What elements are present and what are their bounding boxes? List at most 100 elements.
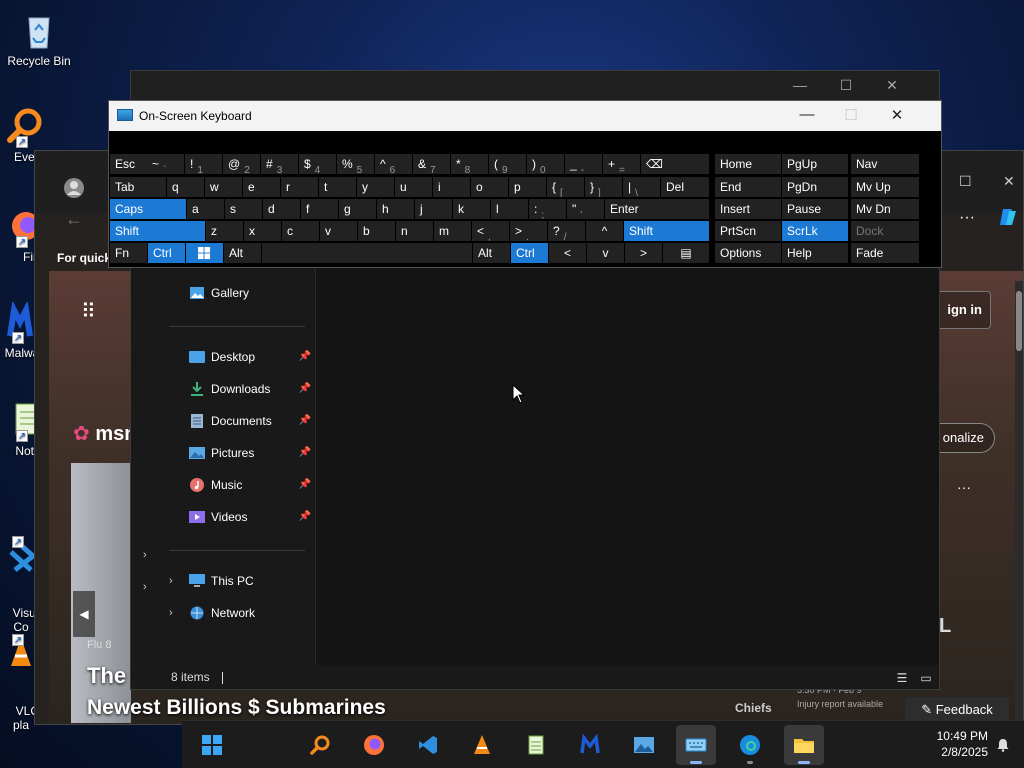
copilot-icon[interactable]	[997, 205, 1021, 229]
key-g[interactable]: g	[339, 199, 376, 219]
key-move-up[interactable]: Mv Up	[851, 177, 919, 197]
taskbar-photos[interactable]	[624, 725, 664, 765]
key-left-shift[interactable]: Shift	[110, 221, 205, 241]
key-pause[interactable]: Pause	[782, 199, 848, 219]
edge-back-icon[interactable]: ←	[65, 209, 83, 230]
key-left-alt[interactable]: Alt	[224, 243, 261, 263]
key-d[interactable]: d	[263, 199, 300, 219]
edge-scrollbar-thumb[interactable]	[1016, 291, 1022, 351]
key-j[interactable]: j	[415, 199, 452, 219]
key-left-ctrl[interactable]: Ctrl	[148, 243, 185, 263]
key-o[interactable]: o	[471, 177, 508, 197]
key-left-brace[interactable]: {[	[547, 177, 584, 197]
nav-item-gallery[interactable]: Gallery	[189, 281, 329, 305]
key-help[interactable]: Help	[782, 243, 848, 263]
key-home[interactable]: Home	[715, 154, 781, 174]
key-space[interactable]	[262, 243, 472, 263]
key-delete[interactable]: Del	[661, 177, 709, 197]
key-comma[interactable]: <,	[472, 221, 509, 241]
pin-icon[interactable]: 📌	[299, 473, 311, 497]
key-c[interactable]: c	[282, 221, 319, 241]
nav-item-videos[interactable]: Videos 📌	[189, 505, 311, 529]
news-subheadline[interactable]: Newest Billions $ Submarines	[87, 696, 386, 720]
key-9[interactable]: (9	[489, 154, 526, 174]
key-7[interactable]: & 7	[413, 154, 450, 174]
carousel-prev-button[interactable]: ◀	[73, 591, 95, 637]
key-i[interactable]: i	[433, 177, 470, 197]
key-nav[interactable]: Nav	[851, 154, 919, 174]
key-q[interactable]: q	[167, 177, 204, 197]
pin-icon[interactable]: 📌	[299, 441, 311, 465]
key-windows[interactable]	[186, 243, 223, 263]
taskbar-file-explorer[interactable]	[784, 725, 824, 765]
nav-item-pictures[interactable]: Pictures 📌	[189, 441, 311, 465]
key-r[interactable]: r	[281, 177, 318, 197]
key-move-down[interactable]: Mv Dn	[851, 199, 919, 219]
nav-item-desktop[interactable]: Desktop 📌	[189, 345, 311, 369]
osk-close-button[interactable]: ✕	[879, 106, 915, 124]
key-a[interactable]: a	[187, 199, 224, 219]
edge-scrollbar[interactable]	[1015, 281, 1023, 721]
key-k[interactable]: k	[453, 199, 490, 219]
key-5[interactable]: % 5	[337, 154, 374, 174]
key-esc[interactable]: Esc	[110, 154, 147, 174]
apps-grid-icon[interactable]: ⠿	[81, 299, 96, 324]
nav-item-network[interactable]: › Network	[169, 601, 315, 625]
key-left-arrow[interactable]: <	[549, 243, 586, 263]
key-tilde[interactable]: ~ `	[147, 154, 184, 174]
key-z[interactable]: z	[206, 221, 243, 241]
taskbar-malwarebytes[interactable]	[570, 725, 610, 765]
nav-item-documents[interactable]: Documents 📌	[189, 409, 311, 433]
pin-icon[interactable]: 📌	[299, 505, 311, 529]
key-end[interactable]: End	[715, 177, 781, 197]
nav-item-music[interactable]: Music 📌	[189, 473, 311, 497]
explorer-close-icon[interactable]: ✕	[869, 77, 915, 94]
key-3[interactable]: #3	[261, 154, 298, 174]
key-t[interactable]: t	[319, 177, 356, 197]
key-2[interactable]: @2	[223, 154, 260, 174]
start-button[interactable]	[192, 725, 232, 765]
taskbar-edge[interactable]	[730, 725, 770, 765]
key-m[interactable]: m	[434, 221, 471, 241]
key-4[interactable]: $4	[299, 154, 336, 174]
key-fn[interactable]: Fn	[110, 243, 147, 263]
key-colon[interactable]: :;	[529, 199, 566, 219]
key-insert[interactable]: Insert	[715, 199, 781, 219]
expand-chevron-icon[interactable]: ›	[143, 549, 147, 561]
tiles-view-icon[interactable]: ▭	[919, 671, 933, 685]
key-right-ctrl[interactable]: Ctrl	[511, 243, 548, 263]
card-more-icon[interactable]: ···	[957, 479, 971, 495]
key-fade[interactable]: Fade	[851, 243, 919, 263]
key-down-arrow[interactable]: v	[587, 243, 624, 263]
on-screen-keyboard-window[interactable]: On-Screen Keyboard — ☐ ✕ Esc ~ ` ! 1 @2 #3…	[108, 100, 942, 268]
edge-maximize-icon[interactable]: ☐	[959, 173, 972, 190]
key-s[interactable]: s	[225, 199, 262, 219]
taskbar-everything[interactable]	[300, 725, 340, 765]
key-plus[interactable]: + =	[603, 154, 640, 174]
key-pgup[interactable]: PgUp	[782, 154, 848, 174]
pin-icon[interactable]: 📌	[299, 345, 311, 369]
key-period[interactable]: >.	[510, 221, 547, 241]
expand-chevron-icon[interactable]: ›	[169, 569, 173, 593]
taskbar-firefox[interactable]	[354, 725, 394, 765]
key-menu[interactable]: ▤	[663, 243, 709, 263]
taskbar-notepad[interactable]	[516, 725, 556, 765]
key-1[interactable]: ! 1	[185, 154, 222, 174]
key-e[interactable]: e	[243, 177, 280, 197]
key-v[interactable]: v	[320, 221, 357, 241]
notification-bell-icon[interactable]	[996, 738, 1010, 752]
key-right-arrow[interactable]: >	[625, 243, 662, 263]
key-right-shift[interactable]: Shift	[624, 221, 709, 241]
key-l[interactable]: l	[491, 199, 528, 219]
key-minus[interactable]: _ -	[565, 154, 602, 174]
key-b[interactable]: b	[358, 221, 395, 241]
key-prtscn[interactable]: PrtScn	[715, 221, 781, 241]
expand-chevron-icon[interactable]: ›	[143, 581, 147, 593]
key-right-alt[interactable]: Alt	[473, 243, 510, 263]
edge-close-icon[interactable]: ✕	[1003, 173, 1015, 190]
key-6[interactable]: ^ 6	[375, 154, 412, 174]
taskbar-vscode[interactable]	[408, 725, 448, 765]
explorer-minimize-icon[interactable]: —	[777, 77, 823, 93]
pin-icon[interactable]: 📌	[299, 409, 311, 433]
key-f[interactable]: f	[301, 199, 338, 219]
